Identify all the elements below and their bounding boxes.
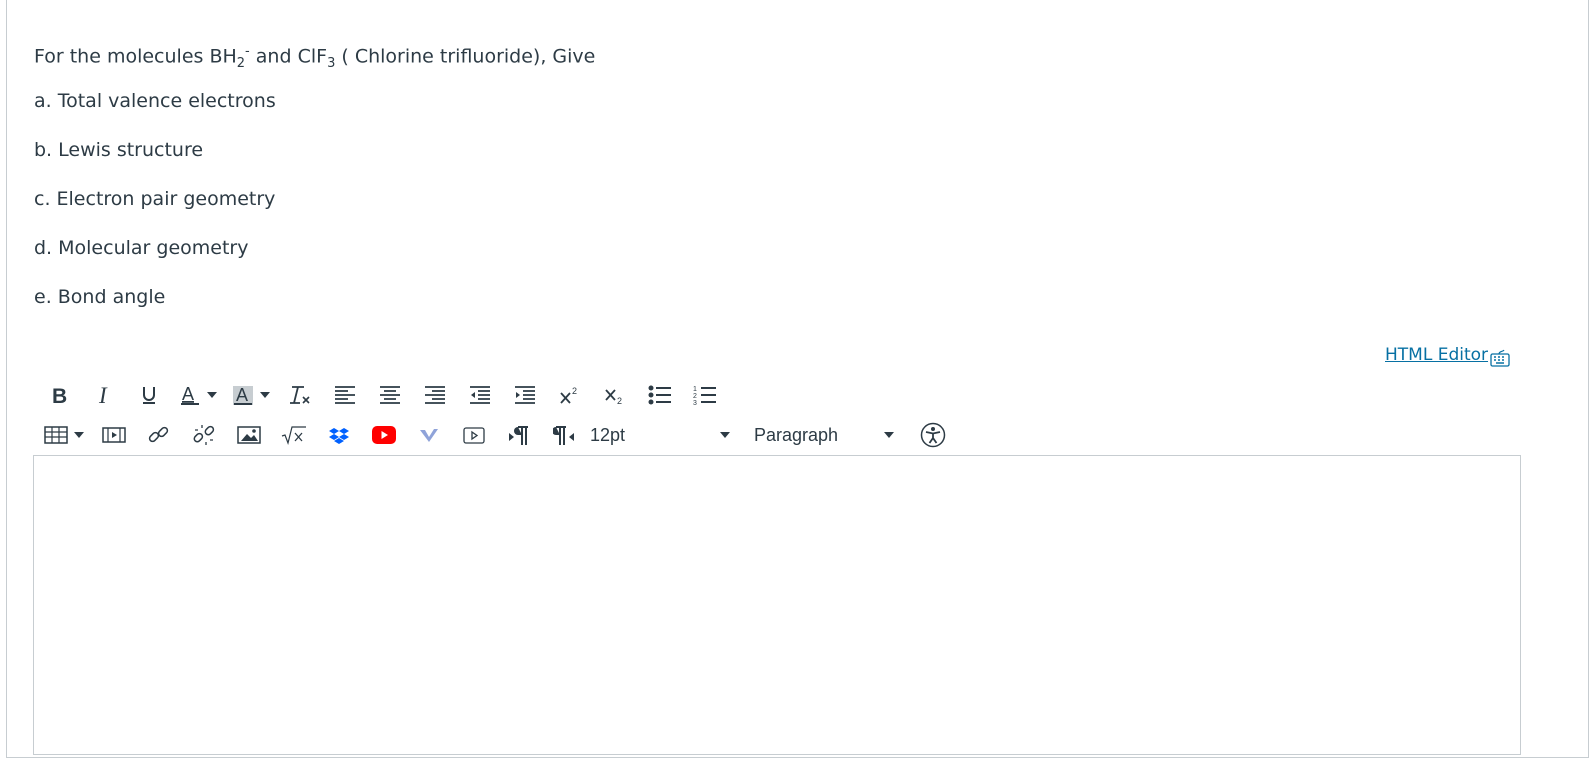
accessibility-button[interactable] — [918, 420, 948, 450]
question-item-c: c. Electron pair geometry — [34, 188, 276, 210]
clear-formatting-button[interactable] — [285, 380, 315, 410]
media-icon — [102, 427, 126, 443]
youtube-button[interactable] — [369, 420, 399, 450]
svg-text:A: A — [182, 384, 194, 404]
bold-button[interactable]: B — [44, 380, 74, 410]
indent-icon — [515, 386, 535, 404]
chevron-down-icon — [720, 432, 730, 438]
italic-icon: I — [98, 385, 108, 405]
unlink-icon — [193, 425, 215, 445]
accessibility-icon — [920, 422, 946, 448]
subscript-button[interactable]: 2 — [600, 380, 630, 410]
clear-formatting-icon — [290, 386, 310, 404]
question-item-d: d. Molecular geometry — [34, 237, 249, 259]
html-editor-link[interactable]: HTML Editor — [1385, 345, 1510, 367]
unlink-button[interactable] — [189, 420, 219, 450]
ltr-button[interactable] — [504, 420, 534, 450]
toolbar-row-formatting: B I A A 2 2 123 — [44, 380, 735, 410]
link-icon — [148, 426, 169, 443]
table-icon — [44, 426, 68, 444]
question-item-e: e. Bond angle — [34, 286, 166, 308]
svg-text:1: 1 — [693, 386, 697, 393]
align-right-button[interactable] — [420, 380, 450, 410]
dropbox-button[interactable] — [324, 420, 354, 450]
svg-text:2: 2 — [572, 386, 577, 396]
keyboard-icon — [1490, 349, 1510, 367]
image-icon — [237, 426, 261, 444]
underline-icon — [143, 387, 155, 404]
vimeo-icon — [420, 429, 438, 442]
chevron-down-icon — [884, 432, 894, 438]
chevron-down-icon — [74, 432, 84, 438]
ltr-icon — [509, 426, 528, 445]
table-button[interactable] — [44, 420, 84, 450]
rtl-button[interactable] — [549, 420, 579, 450]
align-center-button[interactable] — [375, 380, 405, 410]
align-center-icon — [380, 386, 400, 404]
underline-button[interactable] — [134, 380, 164, 410]
svg-text:2: 2 — [617, 396, 622, 405]
block-format-select[interactable]: Paragraph — [754, 420, 894, 450]
question-text: For the molecules BH2- and ClF3 ( Chlori… — [34, 38, 1234, 332]
svg-text:3: 3 — [693, 400, 697, 406]
superscript-icon: 2 — [560, 386, 577, 404]
media-button[interactable] — [99, 420, 129, 450]
italic-button[interactable]: I — [89, 380, 119, 410]
align-left-button[interactable] — [330, 380, 360, 410]
video-button[interactable] — [459, 420, 489, 450]
question-intro: For the molecules BH2- and ClF3 ( Chlori… — [34, 44, 596, 72]
svg-text:I: I — [98, 385, 108, 405]
chevron-down-icon — [260, 392, 270, 398]
bullet-list-icon — [648, 385, 671, 405]
numbered-list-button[interactable]: 123 — [690, 380, 720, 410]
svg-text:A: A — [236, 385, 248, 405]
link-button[interactable] — [144, 420, 174, 450]
bullet-list-button[interactable] — [645, 380, 675, 410]
question-item-b: b. Lewis structure — [34, 139, 204, 161]
text-color-icon: A — [181, 384, 199, 405]
question-item-a: a. Total valence electrons — [34, 90, 276, 112]
svg-text:2: 2 — [693, 393, 697, 400]
chevron-down-icon — [207, 392, 217, 398]
math-icon — [281, 426, 306, 445]
svg-text:B: B — [52, 385, 67, 405]
math-button[interactable] — [279, 420, 309, 450]
subscript-icon: 2 — [605, 389, 622, 405]
indent-button[interactable] — [510, 380, 540, 410]
numbered-list-icon: 123 — [693, 386, 716, 406]
background-color-icon: A — [233, 385, 253, 405]
align-left-icon — [335, 386, 355, 404]
rich-text-editor-area[interactable] — [33, 455, 1521, 755]
font-size-select[interactable]: 12pt — [590, 420, 730, 450]
toolbar-row-insert: 12pt Paragraph — [44, 420, 963, 450]
vimeo-button[interactable] — [414, 420, 444, 450]
image-button[interactable] — [234, 420, 264, 450]
text-color-button[interactable]: A — [179, 380, 217, 410]
rtl-icon — [553, 426, 574, 445]
video-icon — [463, 427, 485, 444]
dropbox-icon — [329, 428, 349, 444]
youtube-icon — [372, 426, 396, 444]
background-color-button[interactable]: A — [232, 380, 270, 410]
superscript-button[interactable]: 2 — [555, 380, 585, 410]
outdent-button[interactable] — [465, 380, 495, 410]
outdent-icon — [470, 386, 490, 404]
bold-icon: B — [52, 385, 67, 405]
align-right-icon — [425, 386, 445, 404]
